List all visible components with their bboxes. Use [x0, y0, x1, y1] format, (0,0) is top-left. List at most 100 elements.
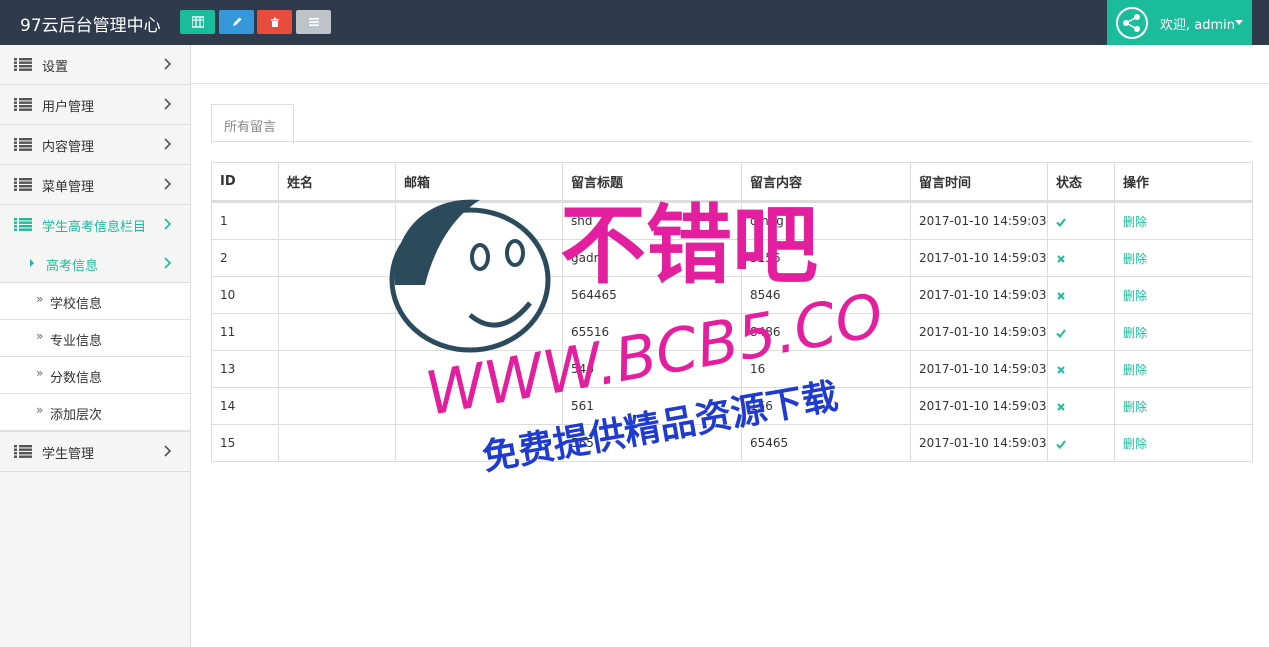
list-icon: [308, 18, 319, 26]
cell-status: [1047, 276, 1115, 314]
sidebar-item-students[interactable]: 学生管理: [0, 431, 190, 472]
list-icon: [14, 138, 32, 151]
table-row: 14 561 156 2017-01-10 14:59:03 删除: [211, 387, 1253, 425]
check-icon: [1056, 217, 1066, 227]
sidebar-item-users[interactable]: 用户管理: [0, 85, 190, 125]
cell-id: 13: [211, 350, 279, 388]
cell-title: shd: [562, 201, 742, 240]
app-title: 97云后台管理中心: [20, 16, 161, 36]
sidebar: 设置 用户管理 内容管理 菜单管理 学生高考信息栏目 高考信息 » 学校信息 »…: [0, 45, 191, 647]
column-header-time[interactable]: 留言时间: [910, 162, 1048, 203]
sidebar-item-label: 学生管理: [42, 447, 95, 462]
tab-all-messages[interactable]: 所有留言: [211, 104, 294, 144]
chevron-right-icon: [164, 257, 172, 269]
cross-icon: [1057, 291, 1065, 300]
delete-link[interactable]: 删除: [1114, 239, 1253, 277]
list-button[interactable]: [296, 10, 331, 34]
sidebar-item-settings[interactable]: 设置: [0, 45, 190, 85]
cell-status: [1047, 239, 1115, 277]
sidebar-item-label: 内容管理: [42, 140, 95, 155]
cell-title: 546: [562, 350, 742, 388]
cross-icon: [1057, 254, 1065, 263]
sidebar-item-content[interactable]: 内容管理: [0, 125, 190, 165]
user-welcome-label: 欢迎, admin: [1160, 18, 1235, 33]
caret-right-icon: [30, 259, 34, 267]
sidebar-subitem-score[interactable]: » 分数信息: [0, 357, 190, 394]
delete-link[interactable]: 删除: [1114, 313, 1253, 351]
column-header-email[interactable]: 邮箱: [395, 162, 563, 203]
sidebar-subitem-label: 学校信息: [50, 297, 103, 312]
cell-content: 8486: [741, 313, 911, 351]
cell-time: 2017-01-10 14:59:03: [910, 424, 1048, 462]
delete-link[interactable]: 删除: [1114, 201, 1253, 240]
cell-time: 2017-01-10 14:59:03: [910, 201, 1048, 240]
delete-link[interactable]: 删除: [1114, 424, 1253, 462]
cell-name: [278, 201, 396, 240]
column-header-content[interactable]: 留言内容: [741, 162, 911, 203]
delete-link[interactable]: 删除: [1114, 387, 1253, 425]
table-header-row: ID 姓名 邮箱 留言标题 留言内容 留言时间 状态 操作: [211, 162, 1253, 203]
cell-name: [278, 239, 396, 277]
cell-email: [395, 201, 563, 240]
chevron-right-icon: [164, 445, 172, 457]
double-chevron-icon: »: [36, 366, 44, 380]
delete-link[interactable]: 删除: [1114, 276, 1253, 314]
table-row: 2 gadrg 5156 2017-01-10 14:59:03 删除: [211, 239, 1253, 277]
cell-id: 2: [211, 239, 279, 277]
check-icon: [1056, 328, 1066, 338]
cell-name: [278, 387, 396, 425]
sidebar-subitem-school[interactable]: » 学校信息: [0, 283, 190, 320]
table-row: 11 65516 8486 2017-01-10 14:59:03 删除: [211, 313, 1253, 351]
list-icon: [14, 445, 32, 458]
sidebar-item-exam-info[interactable]: 学生高考信息栏目: [0, 205, 190, 245]
cell-email: [395, 276, 563, 314]
cell-title: 564465: [562, 276, 742, 314]
cross-icon: [1057, 402, 1065, 411]
table-row: 13 546 16 2017-01-10 14:59:03 删除: [211, 350, 1253, 388]
cell-email: [395, 313, 563, 351]
chevron-right-icon: [164, 58, 172, 70]
chevron-right-icon: [164, 138, 172, 150]
table-button[interactable]: [180, 10, 215, 34]
cell-id: 1: [211, 201, 279, 240]
column-header-name[interactable]: 姓名: [278, 162, 396, 203]
edit-button[interactable]: [219, 10, 254, 34]
double-chevron-icon: »: [36, 329, 44, 343]
cell-status: [1047, 387, 1115, 425]
cell-time: 2017-01-10 14:59:03: [910, 313, 1048, 351]
list-icon: [14, 98, 32, 111]
cell-name: [278, 350, 396, 388]
cell-status: [1047, 424, 1115, 462]
chevron-right-icon: [164, 218, 172, 230]
list-icon: [14, 218, 32, 231]
cross-icon: [1057, 365, 1065, 374]
delete-link[interactable]: 删除: [1114, 350, 1253, 388]
sidebar-subitem-level[interactable]: » 添加层次: [0, 394, 190, 431]
column-header-title[interactable]: 留言标题: [562, 162, 742, 203]
sidebar-item-label: 设置: [42, 60, 69, 75]
cell-time: 2017-01-10 14:59:03: [910, 387, 1048, 425]
cell-content: 16: [741, 350, 911, 388]
user-menu[interactable]: 欢迎, admin: [1107, 0, 1252, 45]
cell-content: dlhdg: [741, 201, 911, 240]
cell-email: [395, 387, 563, 425]
sidebar-item-label: 学生高考信息栏目: [42, 220, 147, 235]
sidebar-item-menu[interactable]: 菜单管理: [0, 165, 190, 205]
sidebar-subitem-major[interactable]: » 专业信息: [0, 320, 190, 357]
cell-time: 2017-01-10 14:59:03: [910, 350, 1048, 388]
cell-title: gadrg: [562, 239, 742, 277]
main-divider: [191, 83, 1269, 84]
double-chevron-icon: »: [36, 292, 44, 306]
cell-title: 565: [562, 424, 742, 462]
table-row: 1 shd dlhdg 2017-01-10 14:59:03 删除: [211, 201, 1253, 240]
sidebar-subitem-exam[interactable]: 高考信息: [0, 244, 190, 283]
table-icon: [191, 16, 204, 28]
cell-content: 156: [741, 387, 911, 425]
delete-button[interactable]: [257, 10, 292, 34]
cell-content: 65465: [741, 424, 911, 462]
sidebar-item-label: 用户管理: [42, 100, 95, 115]
tab-divider: [211, 141, 1252, 142]
check-icon: [1056, 439, 1066, 449]
column-header-status[interactable]: 状态: [1047, 162, 1115, 203]
column-header-id[interactable]: ID: [211, 162, 279, 203]
